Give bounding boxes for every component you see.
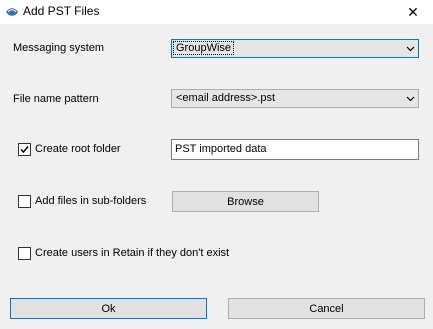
messaging-system-label: Messaging system (13, 42, 105, 54)
file-name-pattern-label: File name pattern (13, 93, 99, 105)
add-subfolders-label: Add files in sub-folders (35, 195, 147, 207)
add-subfolders-checkbox[interactable] (18, 195, 31, 208)
chevron-down-icon (406, 96, 415, 102)
browse-button[interactable]: Browse (172, 191, 319, 212)
close-icon: ✕ (407, 3, 419, 20)
root-folder-name-value: PST imported data (175, 143, 267, 155)
chevron-down-icon (406, 46, 415, 52)
title-bar: Add PST Files ✕ (0, 0, 433, 24)
app-icon (6, 8, 18, 16)
file-name-pattern-value: <email address>.pst (176, 92, 276, 104)
cancel-button[interactable]: Cancel (228, 298, 425, 319)
root-folder-name-input[interactable]: PST imported data (171, 139, 419, 160)
messaging-system-select[interactable]: GroupWise (171, 39, 419, 58)
create-root-folder-checkbox[interactable] (18, 143, 31, 156)
checkmark-icon (20, 146, 29, 154)
messaging-system-value: GroupWise (172, 41, 235, 55)
browse-label: Browse (227, 195, 264, 208)
create-users-label: Create users in Retain if they don't exi… (35, 247, 230, 259)
create-root-folder-label: Create root folder (35, 143, 121, 155)
create-users-checkbox[interactable] (18, 247, 31, 260)
ok-label: Ok (101, 302, 116, 315)
file-name-pattern-select[interactable]: <email address>.pst (171, 89, 419, 108)
cancel-label: Cancel (309, 302, 344, 315)
ok-button[interactable]: Ok (10, 298, 207, 319)
close-button[interactable]: ✕ (393, 0, 433, 24)
window-title: Add PST Files (23, 4, 100, 18)
